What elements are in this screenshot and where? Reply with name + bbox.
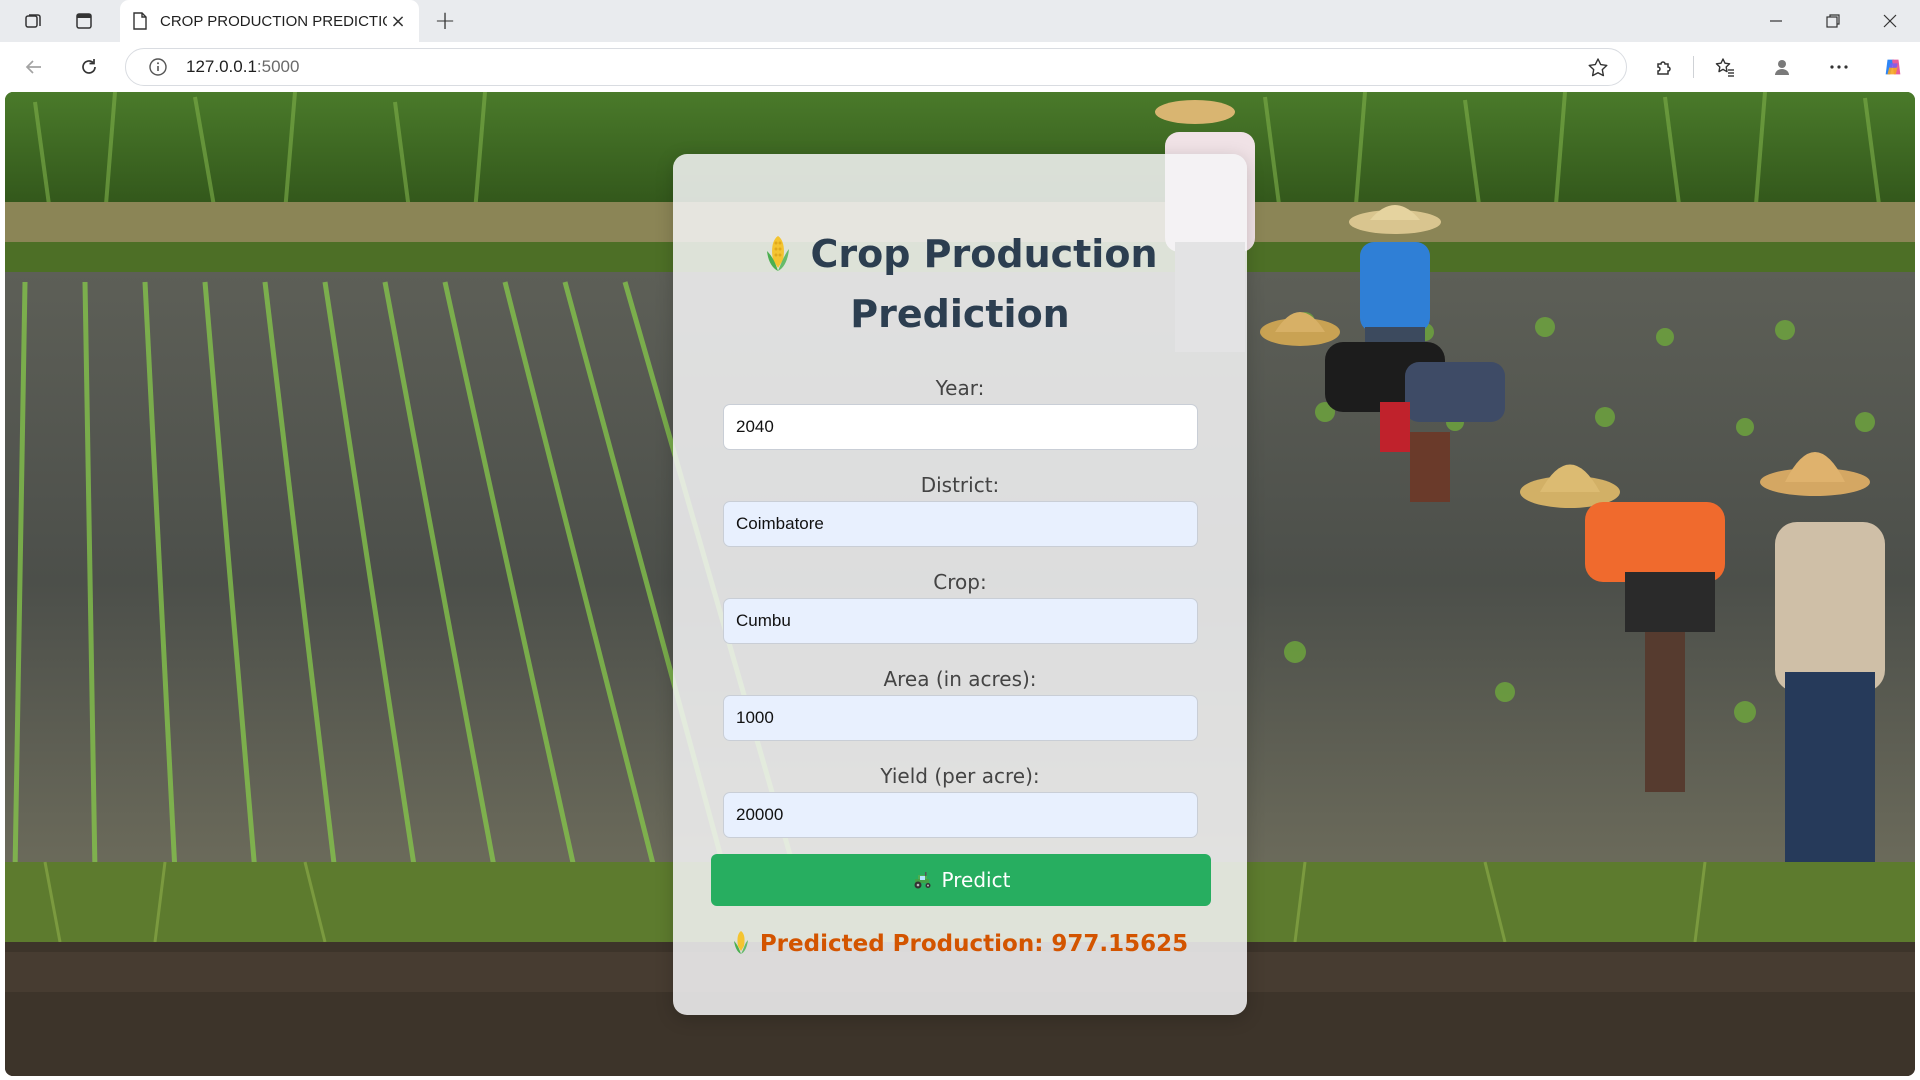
close-window-icon[interactable] (1862, 0, 1918, 42)
district-label: District: (920, 473, 1000, 497)
back-arrow-icon[interactable] (16, 50, 52, 84)
predict-button-label: Predict (941, 868, 1011, 892)
copilot-icon[interactable] (1875, 50, 1911, 84)
year-input[interactable]: 2040 (723, 404, 1198, 450)
favorites-icon[interactable] (1707, 50, 1743, 84)
corn-icon (732, 929, 750, 955)
prediction-form-card: Crop Production Prediction Year: 2040 Di… (673, 154, 1247, 1015)
minimize-icon[interactable] (1748, 0, 1804, 42)
page-title-text: Crop Production Prediction (810, 232, 1158, 336)
browser-tab-bar: CROP PRODUCTION PREDICTION × + (0, 0, 1920, 42)
area-label: Area (in acres): (883, 667, 1037, 691)
close-tab-icon[interactable]: × (387, 10, 409, 32)
tab-title: CROP PRODUCTION PREDICTION (160, 12, 387, 30)
area-input[interactable]: 1000 (723, 695, 1198, 741)
workspaces-icon[interactable] (16, 5, 50, 37)
more-icon[interactable] (1821, 50, 1857, 84)
window-bottom-edge (0, 1076, 1920, 1080)
year-label: Year: (935, 376, 985, 400)
prediction-result: Predicted Production: 977.15625 (673, 929, 1247, 957)
puzzle-icon[interactable] (1646, 50, 1682, 84)
page-title: Crop Production Prediction (673, 224, 1247, 344)
title-block: Crop Production Prediction (673, 224, 1247, 344)
restore-icon[interactable] (1805, 0, 1861, 42)
tab-actions-icon[interactable] (67, 5, 101, 37)
predict-button[interactable]: Predict (711, 854, 1211, 906)
page-viewport: Crop Production Prediction Year: 2040 Di… (5, 92, 1915, 1076)
star-icon[interactable] (1586, 56, 1610, 80)
profile-icon[interactable] (1764, 50, 1800, 84)
corn-icon (763, 230, 793, 271)
url-port: :5000 (256, 57, 300, 76)
district-input[interactable]: Coimbatore (723, 501, 1198, 547)
page-icon (132, 12, 148, 30)
url-host: 127.0.0.1 (186, 57, 257, 76)
yield-label: Yield (per acre): (880, 764, 1040, 788)
crop-input[interactable]: Cumbu (723, 598, 1198, 644)
prediction-result-text: Predicted Production: 977.15625 (759, 931, 1189, 957)
url-text[interactable]: 127.0.0.1:5000 (186, 57, 299, 77)
tractor-icon (912, 870, 942, 890)
new-tab-button[interactable]: + (428, 5, 462, 37)
browser-toolbar: 127.0.0.1:5000 (0, 42, 1920, 92)
address-bar[interactable]: 127.0.0.1:5000 (125, 48, 1627, 86)
active-tab[interactable]: CROP PRODUCTION PREDICTION × (120, 0, 419, 42)
info-icon[interactable] (146, 55, 170, 79)
yield-input[interactable]: 20000 (723, 792, 1198, 838)
toolbar-divider (1693, 56, 1694, 78)
reload-icon[interactable] (71, 50, 107, 84)
crop-label: Crop: (933, 570, 987, 594)
